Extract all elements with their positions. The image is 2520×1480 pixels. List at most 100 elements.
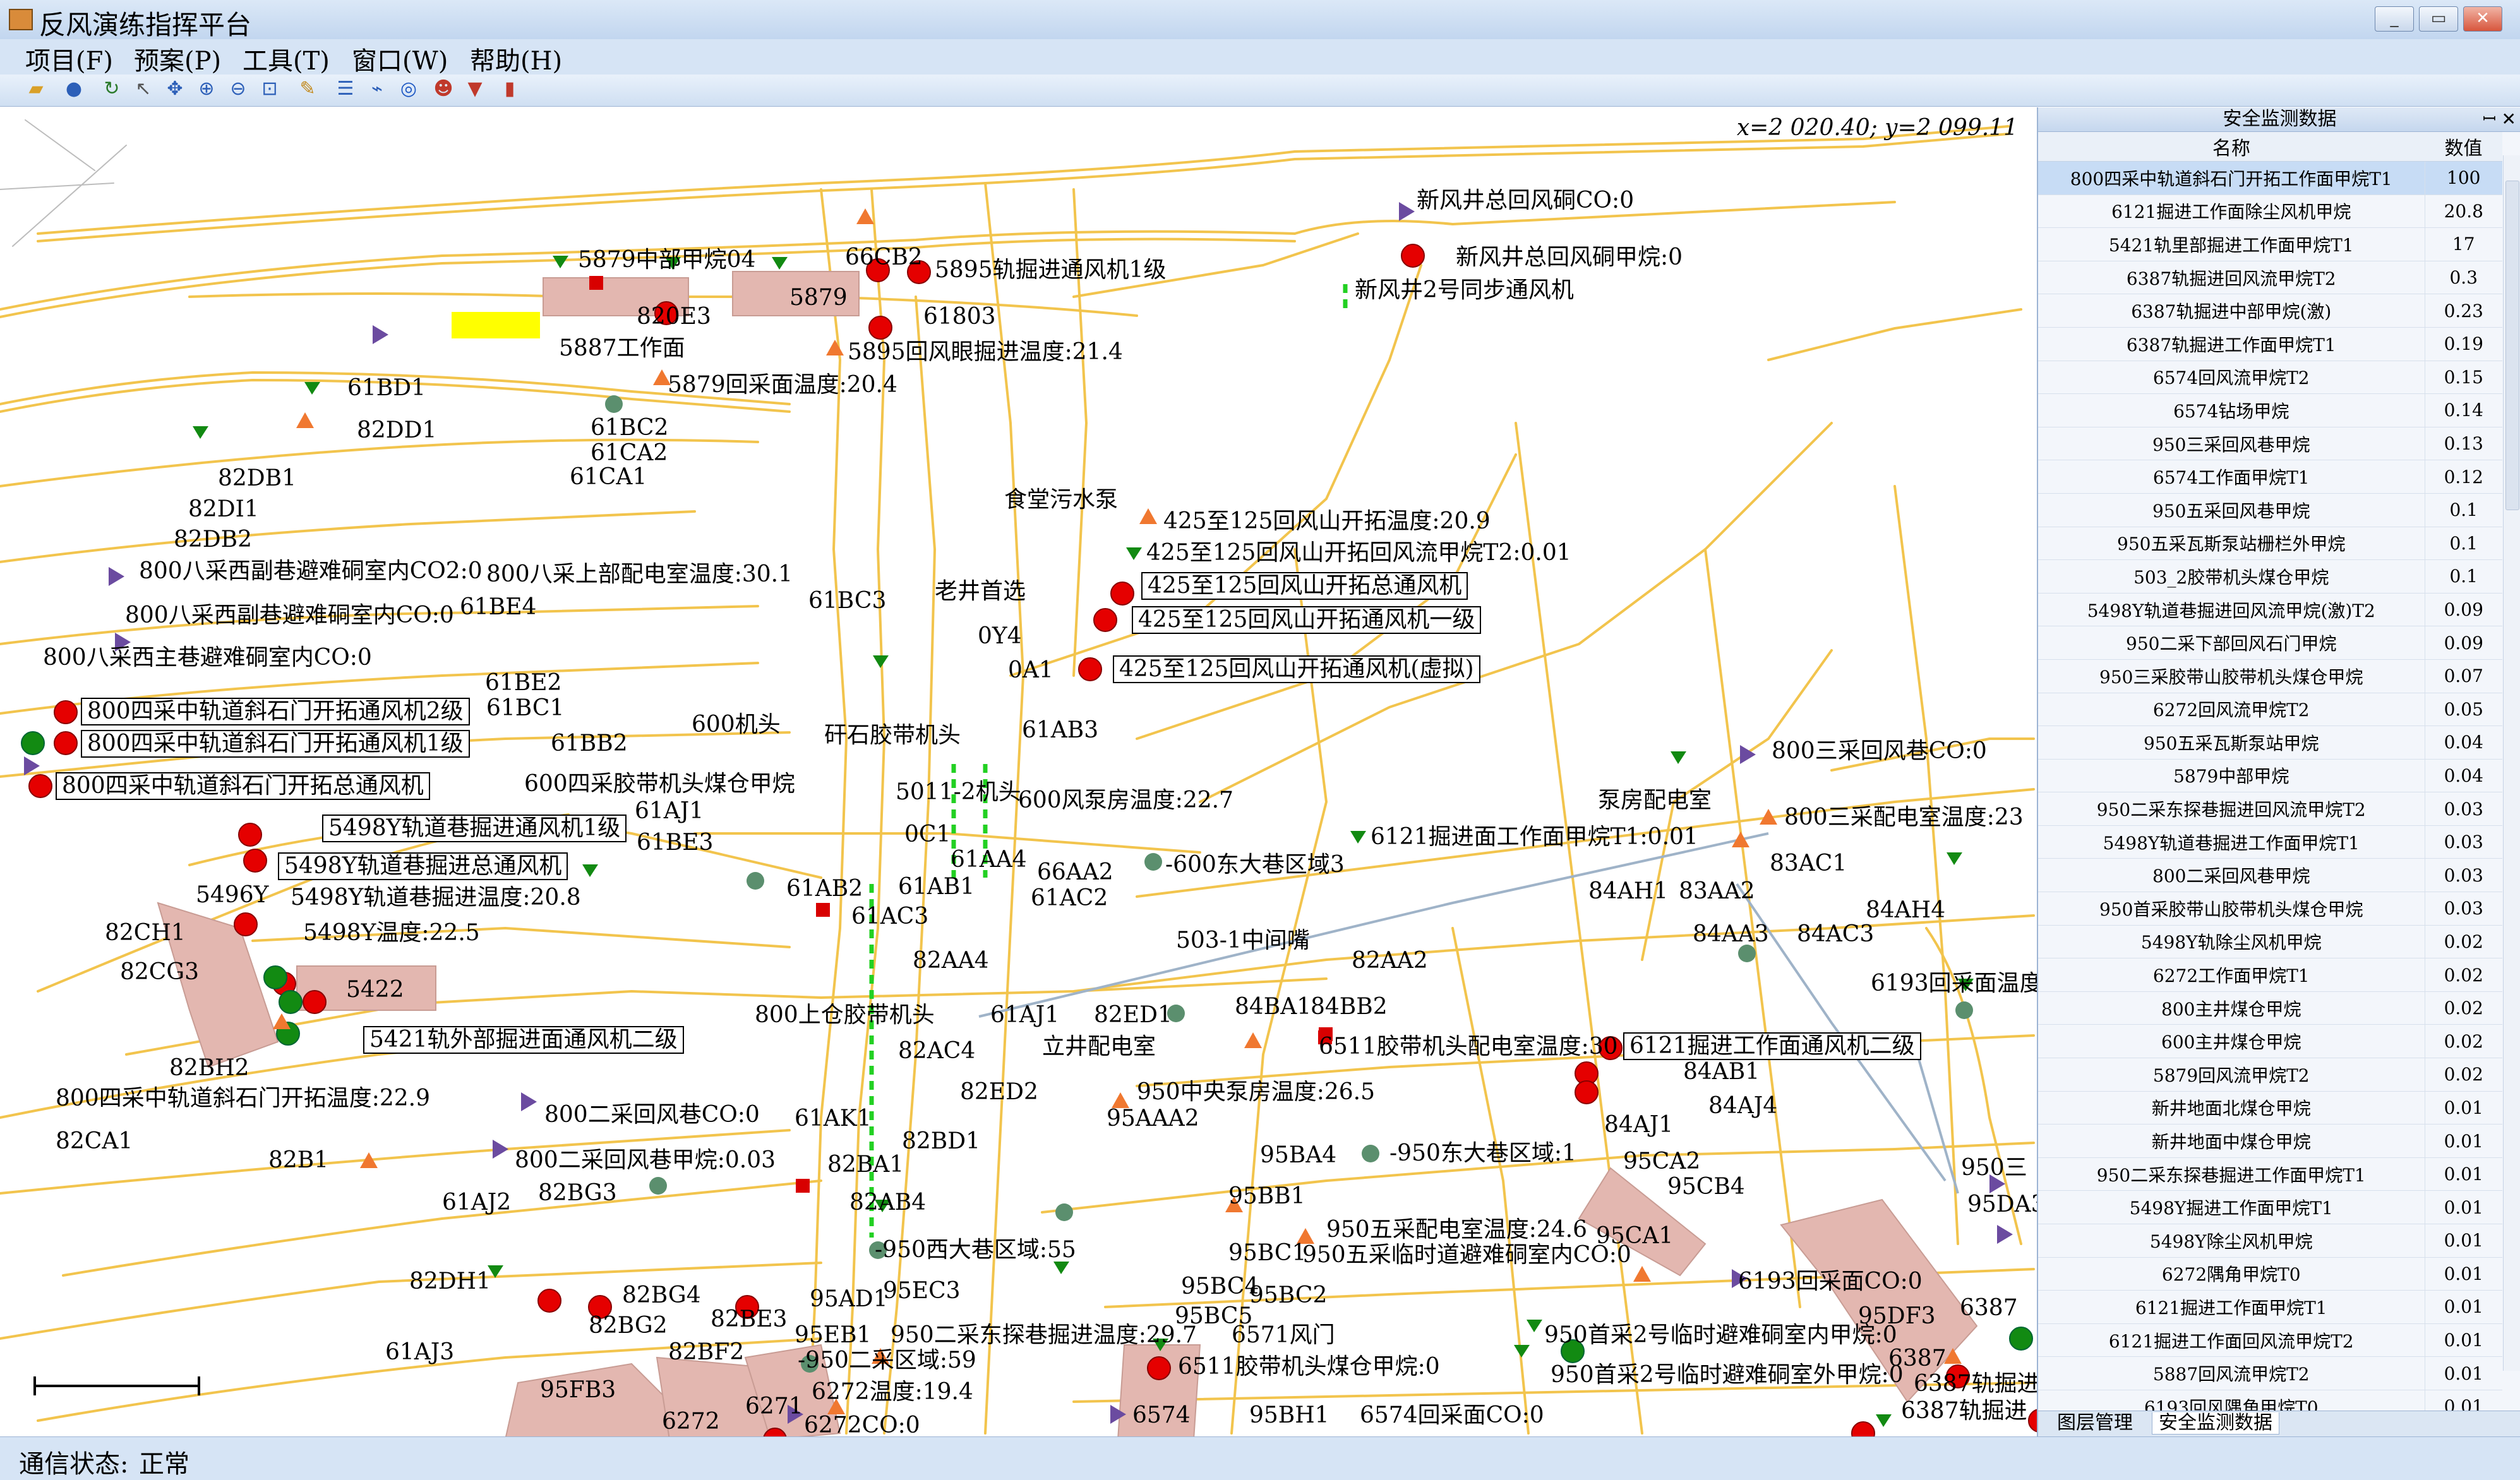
map-label: 6511胶带机头煤仓甲烷:0 <box>1178 1354 1440 1380</box>
table-row[interactable]: 950五采瓦斯泵站甲烷 0.04 <box>2038 725 2502 760</box>
fan-label[interactable]: 6121掘进工作面通风机二级 <box>1623 1032 1921 1060</box>
mine-map[interactable]: x=2 020.40; y=2 099.11 新风井总回风硐CO:0 新风井总回… <box>0 107 2037 1436</box>
folder-icon[interactable]: ▰ <box>25 78 47 100</box>
table-row[interactable]: 新井地面中煤仓甲烷 0.01 <box>2038 1124 2502 1158</box>
table-row[interactable]: 5498Y轨道巷掘进工作面甲烷T1 0.03 <box>2038 825 2502 859</box>
table-row[interactable]: 950三采回风巷甲烷 0.13 <box>2038 427 2502 461</box>
table-row[interactable]: 5498Y除尘风机甲烷 0.01 <box>2038 1224 2502 1258</box>
fan-label[interactable]: 5498Y轨道巷掘进总通风机 <box>278 852 568 880</box>
pointer-icon[interactable]: ↖ <box>133 78 154 100</box>
table-row[interactable]: 6121掘进工作面甲烷T1 0.01 <box>2038 1290 2502 1324</box>
table-row[interactable]: 5887回风流甲烷T2 0.01 <box>2038 1356 2502 1390</box>
table-row[interactable]: 5879回风流甲烷T2 0.02 <box>2038 1058 2502 1092</box>
pen-icon[interactable]: ✎ <box>297 78 318 100</box>
pin-icon[interactable]: ꟷ <box>2483 107 2496 131</box>
map-label: 5887工作面 <box>559 335 685 361</box>
sensor-value: 0.03 <box>2424 892 2502 926</box>
close-icon[interactable]: ✕ <box>2502 107 2516 131</box>
table-row[interactable]: 5498Y轨除尘风机甲烷 0.02 <box>2038 925 2502 959</box>
column-header-value[interactable]: 数值 <box>2425 132 2502 162</box>
table-row[interactable]: 6121掘进工作面除尘风机甲烷 20.8 <box>2038 194 2502 229</box>
map-label: 950三 <box>1961 1155 2027 1181</box>
table-row[interactable]: 5879中部甲烷 0.04 <box>2038 759 2502 793</box>
table-row[interactable]: 950首采胶带山胶带机头煤仓甲烷 0.03 <box>2038 892 2502 926</box>
highlight-marker[interactable] <box>452 312 540 338</box>
tab-safety-monitor[interactable]: 安全监测数据 <box>2152 1412 2279 1435</box>
table-row[interactable]: 5421轨里部掘进工作面甲烷T1 17 <box>2038 227 2502 261</box>
map-label: 0A1 <box>1008 657 1053 683</box>
help-icon[interactable]: ● <box>63 78 85 100</box>
measure-icon[interactable]: ⌁ <box>366 78 388 100</box>
table-row[interactable]: 6121掘进工作面回风流甲烷T2 0.01 <box>2038 1323 2502 1358</box>
refresh-icon[interactable]: ↻ <box>101 78 123 100</box>
table-row[interactable]: 6272工作面甲烷T1 0.02 <box>2038 958 2502 992</box>
zoom-in-icon[interactable]: ⊕ <box>196 78 217 100</box>
table-row[interactable]: 503_2胶带机头煤仓甲烷 0.1 <box>2038 559 2502 594</box>
map-label: 800八采西副巷避难硐室内CO:0 <box>125 602 454 628</box>
table-row[interactable]: 800四采中轨道斜石门开拓工作面甲烷T1 100 <box>2038 161 2502 195</box>
table-row[interactable]: 800主井煤仓甲烷 0.02 <box>2038 991 2502 1025</box>
map-label: 5879 <box>789 285 848 311</box>
table-row[interactable]: 新井地面北煤仓甲烷 0.01 <box>2038 1091 2502 1125</box>
zoom-out-icon[interactable]: ⊖ <box>227 78 249 100</box>
menu-help[interactable]: 帮助(H) <box>470 40 562 77</box>
table-row[interactable]: 950二采下部回风石门甲烷 0.09 <box>2038 626 2502 660</box>
menu-tools[interactable]: 工具(T) <box>243 40 330 77</box>
table-row[interactable]: 6272回风流甲烷T2 0.05 <box>2038 693 2502 727</box>
fan-label[interactable]: 800四采中轨道斜石门开拓通风机2级 <box>81 698 470 725</box>
table-row[interactable]: 6574工作面甲烷T1 0.12 <box>2038 460 2502 494</box>
table-row[interactable]: 6387轨掘进工作面甲烷T1 0.19 <box>2038 327 2502 361</box>
scroll-thumb[interactable] <box>2505 181 2519 510</box>
map-label: 950首采2号临时避难硐室内甲烷:0 <box>1544 1322 1897 1348</box>
filter-icon[interactable]: ▼ <box>464 78 486 100</box>
table-row[interactable]: 600主井煤仓甲烷 0.02 <box>2038 1024 2502 1059</box>
table-row[interactable]: 5498Y掘进工作面甲烷T1 0.01 <box>2038 1190 2502 1224</box>
table-row[interactable]: 950五采回风巷甲烷 0.1 <box>2038 493 2502 527</box>
vertical-scrollbar[interactable] <box>2503 155 2520 1371</box>
sensor-name: 600主井煤仓甲烷 <box>2038 1024 2425 1059</box>
exit-icon[interactable]: ▮ <box>499 78 520 100</box>
map-label: 600机头 <box>692 712 781 737</box>
minimize-button[interactable]: _ <box>2375 6 2414 32</box>
fan-label[interactable]: 5421轨外部掘进面通风机二级 <box>363 1026 684 1054</box>
menu-plan[interactable]: 预案(P) <box>134 40 221 77</box>
menu-project[interactable]: 项目(F) <box>25 40 113 77</box>
table-row[interactable]: 950二采东探巷掘进回风流甲烷T2 0.03 <box>2038 792 2502 826</box>
fan-label[interactable]: 800四采中轨道斜石门开拓通风机1级 <box>81 730 470 758</box>
layers-icon[interactable]: ☰ <box>335 78 356 100</box>
person-icon[interactable]: ☻ <box>433 78 454 100</box>
table-row[interactable]: 6272隅角甲烷T0 0.01 <box>2038 1257 2502 1291</box>
table-row[interactable]: 6574回风流甲烷T2 0.15 <box>2038 361 2502 395</box>
zoom-window-icon[interactable]: ⊡ <box>259 78 280 100</box>
table-row[interactable]: 5498Y轨道巷掘进回风流甲烷(激)T2 0.09 <box>2038 593 2502 627</box>
panel-header: 安全监测数据 ꟷ ✕ <box>2038 107 2520 132</box>
map-label: 82DH1 <box>409 1268 491 1294</box>
sensor-name: 6387轨掘进回风流甲烷T2 <box>2038 261 2425 295</box>
column-header-name[interactable]: 名称 <box>2038 132 2425 162</box>
fan-label[interactable]: 425至125回风山开拓通风机一级 <box>1132 606 1482 634</box>
sensor-name: 6574工作面甲烷T1 <box>2038 460 2425 494</box>
sensor-value: 0.03 <box>2424 792 2502 826</box>
table-row[interactable]: 950二采东探巷掘进工作面甲烷T1 0.01 <box>2038 1157 2502 1191</box>
fan-label[interactable]: 425至125回风山开拓通风机(虚拟) <box>1113 655 1480 683</box>
close-button[interactable]: ✕ <box>2463 6 2502 32</box>
table-row[interactable]: 950五采瓦斯泵站栅栏外甲烷 0.1 <box>2038 527 2502 561</box>
map-label: 600风泵房温度:22.7 <box>1018 787 1233 813</box>
fan-label[interactable]: 800四采中轨道斜石门开拓总通风机 <box>56 772 430 800</box>
map-label: 95FB3 <box>540 1377 616 1403</box>
table-row[interactable]: 950三采胶带山胶带机头煤仓甲烷 0.07 <box>2038 659 2502 693</box>
fan-label[interactable]: 5498Y轨道巷掘进通风机1级 <box>322 815 627 842</box>
table-row[interactable]: 6387轨掘进中部甲烷(激) 0.23 <box>2038 294 2502 328</box>
pan-icon[interactable]: ✥ <box>164 78 186 100</box>
table-row[interactable]: 800二采回风巷甲烷 0.03 <box>2038 858 2502 893</box>
target-icon[interactable]: ◎ <box>398 78 419 100</box>
tab-layer-management[interactable]: 图层管理 <box>2051 1412 2139 1434</box>
sensor-value: 0.02 <box>2424 1058 2502 1092</box>
map-label: 84AH4 <box>1866 897 1946 923</box>
restore-button[interactable]: ▭ <box>2419 6 2458 32</box>
table-row[interactable]: 6574钻场甲烷 0.14 <box>2038 393 2502 427</box>
table-row[interactable]: 6387轨掘进回风流甲烷T2 0.3 <box>2038 261 2502 295</box>
menu-window[interactable]: 窗口(W) <box>352 40 448 77</box>
fan-label[interactable]: 425至125回风山开拓总通风机 <box>1141 572 1468 600</box>
map-label: 61AJ1 <box>635 798 704 824</box>
